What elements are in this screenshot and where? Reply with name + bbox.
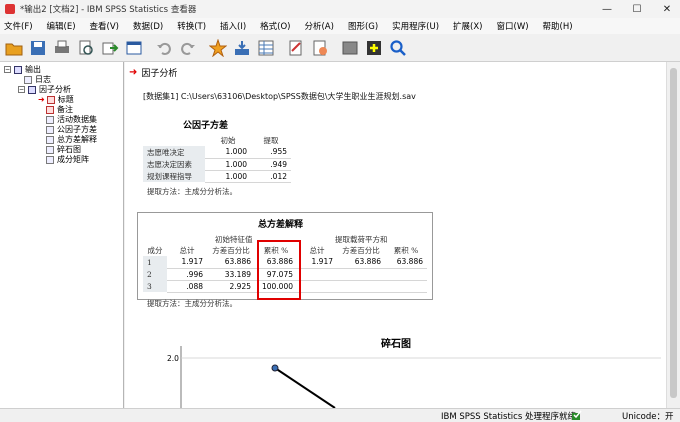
show-all-icon[interactable]	[364, 38, 384, 58]
notes-icon	[46, 105, 54, 114]
menu-insert[interactable]: 插入(I)	[220, 20, 246, 32]
export-icon[interactable]	[100, 38, 120, 58]
save-icon[interactable]	[28, 38, 48, 58]
menu-extensions[interactable]: 扩展(X)	[453, 20, 482, 32]
close-button[interactable]: ✕	[652, 0, 680, 18]
goto-data-icon[interactable]	[208, 38, 228, 58]
status-bar: IBM SPSS Statistics 处理程序就绪 Unicode：开	[0, 408, 680, 422]
insert-text-icon[interactable]	[340, 38, 360, 58]
outline-pane[interactable]: − 输出 日志 − 因子分析 ➜ 标题 备注 活动数据集 公因子方差 总方差解释…	[0, 62, 124, 408]
status-text: IBM SPSS Statistics 处理程序就绪	[441, 412, 576, 422]
outline-item-label: 成分矩阵	[57, 155, 89, 164]
group-book-icon	[28, 85, 36, 94]
collapse-icon[interactable]: −	[4, 66, 11, 73]
menu-data[interactable]: 数据(D)	[133, 20, 163, 32]
variables-icon[interactable]	[256, 38, 276, 58]
scrollbar-thumb[interactable]	[670, 68, 677, 398]
undo-icon[interactable]	[154, 38, 174, 58]
app-icon	[5, 4, 15, 14]
scree-line	[274, 367, 336, 408]
table-icon	[46, 135, 54, 144]
scree-plot	[180, 346, 661, 408]
print-preview-icon[interactable]	[76, 38, 96, 58]
insert-heading-icon[interactable]	[286, 38, 306, 58]
insert-title-icon[interactable]	[310, 38, 330, 58]
collapse-icon[interactable]: −	[18, 86, 25, 93]
recall-dialog-icon[interactable]	[124, 38, 144, 58]
menu-utilities[interactable]: 实用程序(U)	[392, 20, 439, 32]
table-icon	[46, 155, 54, 164]
dataset-icon	[46, 115, 54, 124]
maximize-button[interactable]: ☐	[622, 0, 652, 18]
window-title: *输出2 [文档2] - IBM SPSS Statistics 查看器	[20, 5, 197, 15]
menu-format[interactable]: 格式(O)	[260, 20, 290, 32]
redo-icon[interactable]	[178, 38, 198, 58]
current-arrow-icon: ➜	[38, 95, 45, 104]
chart-icon	[46, 145, 54, 154]
menu-analyze[interactable]: 分析(A)	[304, 20, 333, 32]
output-book-icon	[14, 65, 22, 74]
menu-bar: 文件(F) 编辑(E) 查看(V) 数据(D) 转换(T) 插入(I) 格式(O…	[0, 18, 680, 34]
menu-transform[interactable]: 转换(T)	[177, 20, 206, 32]
table-icon	[46, 125, 54, 134]
scree-point	[271, 364, 279, 372]
outline-item-component-matrix[interactable]: 成分矩阵	[46, 154, 89, 165]
menu-edit[interactable]: 编辑(E)	[47, 20, 76, 32]
print-icon[interactable]	[52, 38, 72, 58]
title-icon	[46, 95, 55, 104]
title-bar: *输出2 [文档2] - IBM SPSS Statistics 查看器 — ☐…	[0, 0, 680, 18]
ready-icon	[572, 410, 582, 420]
search-icon[interactable]	[388, 38, 408, 58]
vertical-scrollbar[interactable]	[666, 62, 680, 408]
menu-graphs[interactable]: 图形(G)	[348, 20, 378, 32]
output-content-pane[interactable]: ➜ 因子分析 [数据集1] C:\Users\63106\Desktop\SPS…	[125, 62, 666, 408]
menu-window[interactable]: 窗口(W)	[497, 20, 529, 32]
menu-file[interactable]: 文件(F)	[4, 20, 33, 32]
open-folder-icon[interactable]	[4, 38, 24, 58]
menu-help[interactable]: 帮助(H)	[543, 20, 573, 32]
minimize-button[interactable]: —	[592, 0, 622, 18]
unicode-status: Unicode：开	[622, 412, 674, 422]
log-icon	[24, 75, 32, 84]
menu-view[interactable]: 查看(V)	[90, 20, 119, 32]
goto-case-icon[interactable]	[232, 38, 252, 58]
toolbar	[0, 34, 680, 62]
